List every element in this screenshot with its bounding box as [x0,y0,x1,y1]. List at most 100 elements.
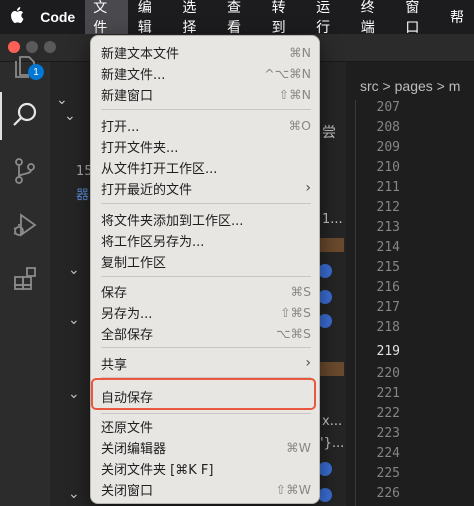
line-number: 213 [376,220,400,235]
match-count-badge [318,488,332,502]
annotation-highlight-box [91,378,316,410]
menu-item-label: 复制工作区 [101,255,167,271]
line-number: 220 [376,366,400,381]
menu-item-shortcut: ⌘O [288,117,311,133]
menu-item-label: 关闭编辑器 [101,441,167,457]
run-debug-icon[interactable] [8,208,42,242]
menu-item-shortcut: ⌘S [290,283,311,299]
menu-item-new-window[interactable]: 新建窗口 ⇧⌘N [101,84,311,104]
menu-item-shortcut: ⌘W [286,439,311,455]
match-count-badge [318,264,332,278]
line-number: 215 [376,260,400,275]
menu-item-shortcut: ⇧⌘W [275,481,311,497]
menu-item-shortcut: ^⌥⌘N [264,65,311,81]
menu-item-shortcut: ⇧⌘S [280,304,311,320]
menu-item-open-workspace-from-file[interactable]: 从文件打开工作区... [101,157,311,177]
menu-item-label: 共享 [101,357,128,373]
menu-item-close-editor[interactable]: 关闭编辑器 ⌘W [101,437,311,457]
chevron-down-icon[interactable]: ⌄ [56,92,68,108]
menu-item-label: 还原文件 [101,420,154,436]
menu-item-new-text-file[interactable]: 新建文本文件 ⌘N [101,42,311,62]
chevron-down-icon[interactable]: ⌄ [68,486,80,502]
file-menu-dropdown: 新建文本文件 ⌘N 新建文件... ^⌥⌘N 新建窗口 ⇧⌘N 打开... ⌘O 打开文… [90,35,320,504]
menu-item-label: 新建文本文件 [101,46,180,62]
menu-separator [101,203,311,204]
line-number: 214 [376,240,400,255]
sidebar-fragment: 器 [76,188,90,203]
menu-item-shortcut: ⌘N [289,44,311,60]
menu-item-open[interactable]: 打开... ⌘O [101,115,311,135]
chevron-down-icon[interactable]: ⌄ [68,262,80,278]
menu-item-label: 从文件打开工作区... [101,161,218,177]
menu-item-label: 打开... [101,119,140,135]
menu-item-revert-file[interactable]: 还原文件 [101,416,311,436]
menu-item-close-folder[interactable]: 关闭文件夹 [⌘K F] [101,458,311,478]
menu-item-save-as[interactable]: 另存为... ⇧⌘S [101,302,311,322]
zoom-window-button[interactable] [44,41,56,53]
menu-item-label: 全部保存 [101,327,154,343]
menu-item-label: 另存为... [101,306,153,322]
match-highlight [320,362,344,376]
line-number: 221 [376,386,400,401]
menu-item-label: 新建窗口 [101,88,154,104]
macos-menu-bar: Code 文件 编辑 选择 查看 转到 运行 终端 窗口 帮 [0,0,474,41]
sidebar-fragment: x... [322,414,343,429]
menu-help[interactable]: 帮 [442,3,472,31]
line-number: 210 [376,160,400,175]
menu-item-label: 关闭文件夹 [⌘K F] [101,462,214,478]
menu-item-label: 将文件夹添加到工作区... [101,213,244,229]
match-highlight [320,238,344,252]
menu-item-save[interactable]: 保存 ⌘S [101,281,311,301]
search-icon[interactable] [8,98,42,132]
line-number: 207 [376,100,400,115]
menu-item-save-all[interactable]: 全部保存 ⌥⌘S [101,323,311,343]
sidebar-fragment: 尝 [322,125,336,141]
menu-item-label: 将工作区另存为... [101,234,205,250]
line-number: 224 [376,446,400,461]
menu-item-label: 关闭窗口 [101,483,154,499]
chevron-down-icon[interactable]: ⌄ [64,108,76,124]
line-number: 209 [376,140,400,155]
current-line-number: 219 [376,344,400,359]
menu-item-duplicate-workspace[interactable]: 复制工作区 [101,251,311,271]
line-number: 208 [376,120,400,135]
chevron-down-icon[interactable]: ⌄ [68,312,80,328]
line-number: 218 [376,320,400,335]
menu-item-label: 打开最近的文件 [101,182,193,198]
line-number: 217 [376,300,400,315]
vscode-screen: Code 文件 编辑 选择 查看 转到 运行 终端 窗口 帮 1 ⌄ ⌄ 尝 1… [0,0,474,506]
breadcrumb[interactable]: src > pages > m [360,78,460,94]
menu-item-new-file[interactable]: 新建文件... ^⌥⌘N [101,63,311,83]
sidebar-fragment: '}... [320,436,345,451]
menu-item-label: 保存 [101,285,128,301]
menu-item-label: 打开文件夹... [101,140,179,156]
line-number: 226 [376,486,400,501]
chevron-down-icon[interactable]: ⌄ [68,386,80,402]
match-count-badge [318,462,332,476]
line-number: 222 [376,406,400,421]
menu-item-save-workspace-as[interactable]: 将工作区另存为... [101,230,311,250]
line-number: 212 [376,200,400,215]
chevron-right-icon: › [305,355,311,371]
active-view-indicator [0,92,2,140]
files-badge: 1 [28,64,44,80]
line-number: 225 [376,466,400,481]
extensions-icon[interactable] [8,262,42,296]
menu-item-close-window[interactable]: 关闭窗口 ⇧⌘W [101,479,311,499]
menu-item-open-folder[interactable]: 打开文件夹... [101,136,311,156]
app-name-menu[interactable]: Code [34,9,85,25]
menu-item-shortcut: ⌥⌘S [276,325,311,341]
source-control-icon[interactable] [8,154,42,188]
menu-item-share[interactable]: 共享 › [101,353,311,373]
apple-menu-icon[interactable] [0,7,34,27]
menu-item-add-folder-to-workspace[interactable]: 将文件夹添加到工作区... [101,209,311,229]
menu-item-label: 新建文件... [101,67,166,83]
menu-separator [101,276,311,277]
editor-ruler [355,100,356,506]
menu-item-open-recent[interactable]: 打开最近的文件 › [101,178,311,198]
menu-separator [101,347,311,348]
menu-separator [101,109,311,110]
sidebar-fragment: 1... [322,212,343,227]
line-number: 223 [376,426,400,441]
menu-separator [101,413,311,414]
